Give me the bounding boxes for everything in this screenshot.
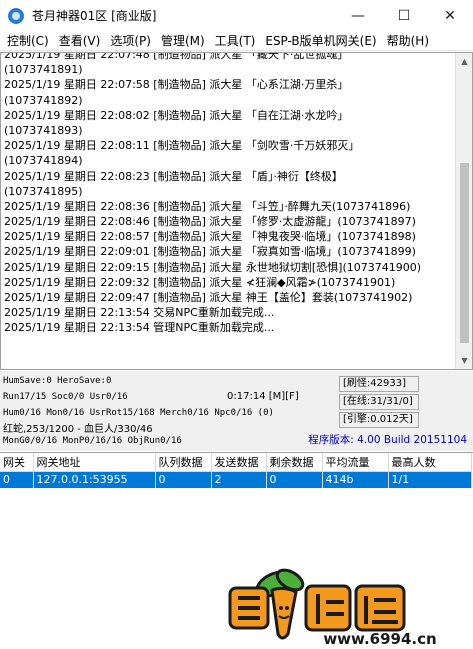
status-objrun: MonG0/0/16 MonP0/16/16 ObjRun0/16 [3, 436, 182, 446]
refresh-counter: [刷怪:42933] [339, 376, 419, 392]
log-scrollbar[interactable]: ▲ ▼ [455, 53, 472, 369]
log-line: 2025/1/19 星期日 22:13:54 交易NPC重新加载完成... [4, 306, 275, 320]
log-line: (1073741894) [4, 154, 83, 168]
menu-control[interactable]: 控制(C) [2, 32, 54, 49]
menu-bar: 控制(C) 查看(V) 选项(P) 管理(M) 工具(T) ESP-B版单机网关… [0, 31, 473, 51]
log-line: 2025/1/19 星期日 22:08:57 [制造物品] 派大星 「神鬼夜哭·… [4, 230, 416, 244]
log-lines: 2025/1/19 星期日 22:07:48 [制造物品] 派大星 「藏天下·乱… [4, 52, 452, 336]
title-bar: 苍月神器01区 [商业版] — ☐ ✕ [0, 0, 473, 31]
status-run: Run17/15 Soc0/0 Usr0/16 [3, 392, 128, 402]
log-line: 2025/1/19 星期日 22:13:54 管理NPC重新加载完成... [4, 321, 275, 335]
log-line: 2025/1/19 星期日 22:09:47 [制造物品] 派大星 神王【盖伦】… [4, 291, 413, 304]
scroll-down-arrow-icon[interactable]: ▼ [456, 352, 472, 369]
status-panel: HumSave:0 HeroSave:0 Run17/15 Soc0/0 Usr… [0, 371, 473, 451]
status-save: HumSave:0 HeroSave:0 [3, 376, 112, 386]
log-line: 2025/1/19 星期日 22:08:36 [制造物品] 派大星 「斗笠」·醉… [4, 199, 411, 213]
window-title: 苍月神器01区 [商业版] [32, 9, 157, 23]
log-line: 2025/1/19 星期日 22:09:15 [制造物品] 派大星 永世地狱切割… [4, 260, 422, 274]
version-label: 程序版本: 4.00 Build 20151104 [308, 434, 467, 446]
log-line: 2025/1/19 星期日 22:09:01 [制造物品] 派大星 「寂真如雪·… [4, 245, 416, 259]
status-hum: Hum0/16 Mon0/16 UsrRot15/168 Merch0/16 N… [3, 408, 274, 418]
table-cell: 0 [155, 471, 212, 488]
watermark-url: www.6994.cn [323, 630, 436, 648]
menu-help[interactable]: 帮助(H) [382, 32, 434, 49]
log-line: 2025/1/19 星期日 22:08:23 [制造物品] 派大星 「盾」·神衍… [4, 169, 343, 183]
menu-manage[interactable]: 管理(M) [156, 32, 210, 49]
close-button[interactable]: ✕ [427, 0, 473, 31]
menu-gateway[interactable]: ESP-B版单机网关(E) [260, 32, 381, 49]
log-line: 2025/1/19 星期日 22:08:11 [制造物品] 派大星 「剑吹雪·千… [4, 139, 360, 153]
app-icon [8, 7, 24, 24]
menu-options[interactable]: 选项(P) [105, 32, 156, 49]
column-header[interactable]: 网关地址 [33, 453, 156, 472]
minimize-button[interactable]: — [335, 0, 381, 31]
menu-view[interactable]: 查看(V) [54, 32, 106, 49]
log-line: (1073741892) [4, 93, 83, 107]
log-line: 2025/1/19 星期日 22:07:48 [制造物品] 派大星 「藏天下·乱… [4, 52, 349, 61]
engine-counter: [引擎:0.012天] [339, 412, 419, 428]
log-line: 2025/1/19 星期日 22:07:58 [制造物品] 派大星 「心系江湖·… [4, 78, 349, 92]
table-cell: 0 [266, 471, 323, 488]
online-counter: [在线:31/31/0] [339, 394, 419, 410]
table-cell: 414b [322, 471, 389, 488]
column-header[interactable]: 发送数据 [211, 453, 267, 472]
table-cell: 0 [0, 471, 34, 488]
log-line: (1073741895) [4, 184, 83, 198]
column-header[interactable]: 队列数据 [155, 453, 212, 472]
log-line: (1073741891) [4, 63, 83, 77]
scroll-thumb[interactable] [460, 163, 469, 343]
table-row[interactable]: 0 127.0.0.1:53955 0 2 0 414b 1/1 [0, 471, 472, 488]
status-clock: 0:17:14 [M][F] [227, 391, 299, 402]
log-line: 2025/1/19 星期日 22:09:32 [制造物品] 派大星 ≮狂澜◆风霜… [4, 275, 396, 289]
scroll-up-arrow-icon[interactable]: ▲ [456, 53, 472, 70]
status-monster: 红蛇,253/1200 - 血巨人/330/46 [3, 424, 153, 435]
table-cell: 127.0.0.1:53955 [33, 471, 156, 488]
maximize-button[interactable]: ☐ [381, 0, 427, 31]
table-body: 0 127.0.0.1:53955 0 2 0 414b 1/1 [0, 471, 472, 488]
log-textarea[interactable]: 2025/1/19 星期日 22:07:48 [制造物品] 派大星 「藏天下·乱… [0, 52, 473, 370]
table-header-row: 网关 网关地址 队列数据 发送数据 剩余数据 平均流量 最高人数 [0, 453, 472, 472]
log-line: (1073741893) [4, 123, 83, 137]
column-header[interactable]: 剩余数据 [266, 453, 323, 472]
column-header[interactable]: 最高人数 [388, 453, 472, 472]
table-cell: 2 [211, 471, 267, 488]
table-cell: 1/1 [388, 471, 472, 488]
log-line: 2025/1/19 星期日 22:08:46 [制造物品] 派大星 「修罗·太虚… [4, 215, 416, 229]
column-header[interactable]: 网关 [0, 453, 34, 472]
log-line: 2025/1/19 星期日 22:08:02 [制造物品] 派大星 「自在江湖·… [4, 108, 349, 122]
menu-tools[interactable]: 工具(T) [210, 32, 261, 49]
column-header[interactable]: 平均流量 [322, 453, 389, 472]
forum-logo-watermark: www.6994.cn [228, 568, 437, 648]
